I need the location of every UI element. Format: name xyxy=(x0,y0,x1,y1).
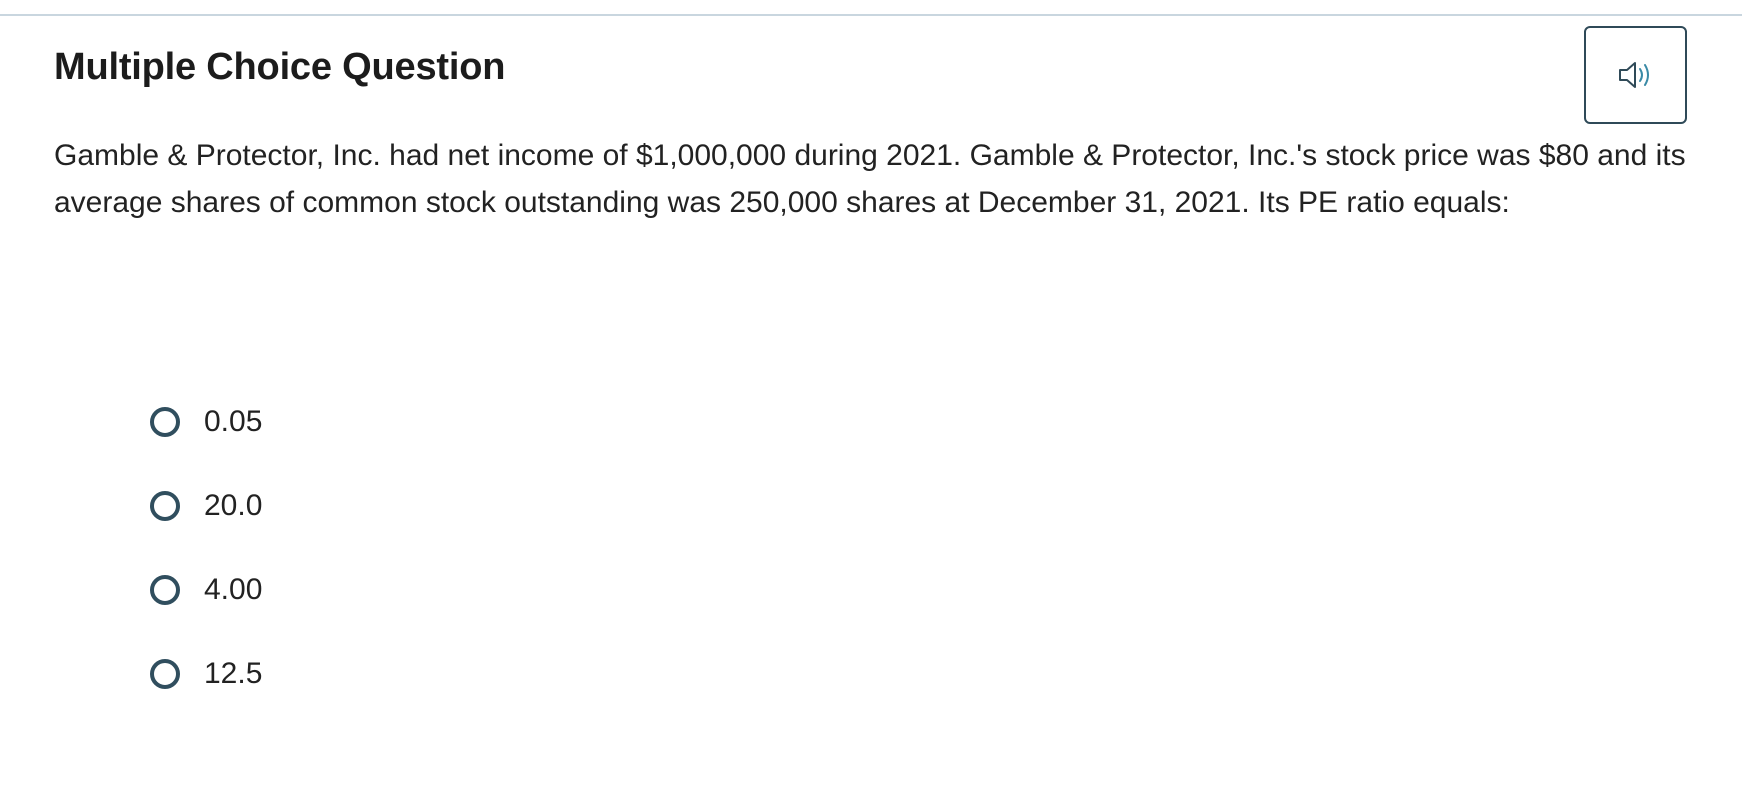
option-label: 0.05 xyxy=(204,405,263,438)
top-divider xyxy=(0,14,1742,16)
answer-options: 0.05 20.0 4.00 12.5 xyxy=(150,380,262,716)
radio-button[interactable] xyxy=(150,407,180,437)
answer-option[interactable]: 12.5 xyxy=(150,632,262,716)
read-aloud-button[interactable] xyxy=(1584,26,1687,124)
option-label: 4.00 xyxy=(204,573,263,606)
answer-option[interactable]: 4.00 xyxy=(150,548,262,632)
radio-button[interactable] xyxy=(150,659,180,689)
page-title: Multiple Choice Question xyxy=(54,46,506,88)
radio-button[interactable] xyxy=(150,575,180,605)
question-text: Gamble & Protector, Inc. had net income … xyxy=(54,139,1686,219)
option-label: 12.5 xyxy=(204,657,263,690)
speaker-icon xyxy=(1618,62,1649,88)
answer-option[interactable]: 20.0 xyxy=(150,464,262,548)
radio-button[interactable] xyxy=(150,491,180,521)
answer-option[interactable]: 0.05 xyxy=(150,380,262,464)
option-label: 20.0 xyxy=(204,489,263,522)
